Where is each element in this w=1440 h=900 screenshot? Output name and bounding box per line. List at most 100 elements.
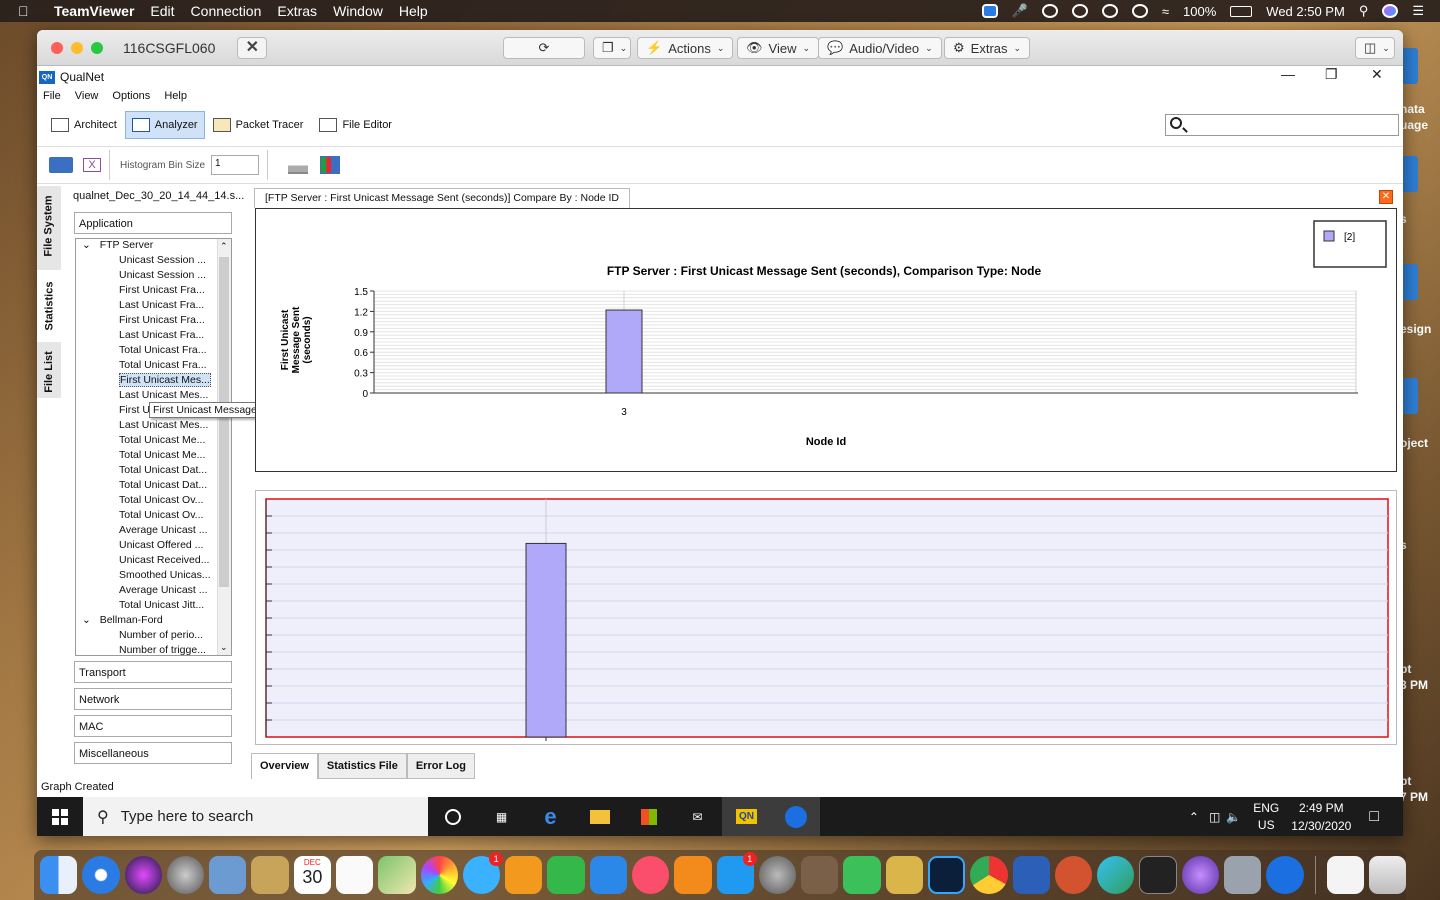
sync-icon[interactable] [1071, 4, 1088, 18]
teamviewer-status-icon[interactable] [981, 4, 998, 18]
siri-icon[interactable] [124, 856, 162, 894]
menu-file[interactable]: File [43, 90, 61, 108]
tab-file-system[interactable]: File System [37, 190, 61, 262]
safari-icon[interactable] [82, 856, 120, 894]
zoom-window-button[interactable] [91, 41, 103, 54]
minimize-icon[interactable]: — [1281, 66, 1295, 82]
tor-browser-icon[interactable] [1181, 856, 1219, 894]
powerpoint-icon[interactable] [1054, 856, 1093, 894]
graph-document-tab[interactable]: [FTP Server : First Unicast Message Sent… [254, 188, 631, 208]
statistics-tree[interactable]: ⌄ FTP Server Unicast Session ... Unicast S… [75, 238, 232, 656]
view-menu[interactable]: 👁 View ⌄ [737, 37, 820, 59]
tree-item[interactable]: First Unicast Mes... [76, 373, 231, 389]
word-icon[interactable] [1012, 856, 1050, 894]
tree-item[interactable]: Last Unicast Fra... [76, 299, 231, 314]
scrollbar-thumb[interactable] [219, 257, 229, 587]
menu-view[interactable]: View [75, 90, 99, 108]
status-face-icon[interactable] [1101, 4, 1118, 18]
edge-icon[interactable]: e [526, 797, 575, 836]
histogram-chart-icon[interactable] [288, 156, 309, 174]
tab-statistics[interactable]: Statistics [37, 270, 61, 342]
close-graph-icon[interactable]: ✕ [1379, 190, 1393, 204]
tree-item[interactable]: Unicast Offered ... [76, 539, 231, 554]
spotlight-icon[interactable]: ⚲ [1359, 3, 1369, 19]
menu-help[interactable]: Help [399, 3, 428, 19]
taskbar-clock[interactable]: 2:49 PM 12/30/2020 [1291, 799, 1351, 835]
reminders-icon[interactable] [335, 856, 374, 894]
archive-icon[interactable] [885, 856, 923, 894]
task-view-icon[interactable]: ▦ [477, 797, 526, 836]
launchpad-icon[interactable] [166, 856, 205, 894]
maps-icon[interactable] [378, 856, 416, 894]
tab-file-list[interactable]: File List [37, 346, 61, 398]
tab-file-editor[interactable]: File Editor [313, 111, 398, 139]
system-preferences-icon[interactable] [758, 856, 797, 894]
microphone-icon[interactable]: 🎤 [1012, 3, 1028, 19]
tree-item[interactable]: Average Unicast ... [76, 524, 231, 539]
tree-item[interactable]: Total Unicast Dat... [76, 479, 231, 494]
tree-item[interactable]: Number of trigge... [76, 644, 231, 655]
qualnet-taskbar-icon[interactable]: QN [722, 797, 771, 836]
tree-item[interactable]: Total Unicast Fra... [76, 344, 231, 359]
file-explorer-icon[interactable] [575, 797, 624, 836]
tree-item[interactable]: Unicast Session ... [76, 254, 231, 269]
tree-item[interactable]: Total Unicast Ov... [76, 494, 231, 509]
open-folder-icon[interactable] [49, 157, 73, 173]
chrome-icon[interactable] [970, 856, 1008, 894]
close-icon[interactable]: ✕ [1371, 66, 1383, 83]
preview-icon[interactable] [1223, 856, 1262, 894]
battery-text[interactable]: 100% [1183, 4, 1216, 19]
section-application[interactable]: Application [74, 212, 232, 234]
numbers-icon[interactable] [547, 856, 585, 894]
mail-icon[interactable]: ✉ [673, 797, 722, 836]
tree-item[interactable]: Smoothed Unicas... [76, 569, 231, 584]
histogram-bin-input[interactable]: 1 [211, 155, 260, 175]
tree-item[interactable]: Total Unicast Dat... [76, 464, 231, 479]
battery-icon[interactable] [1230, 5, 1253, 17]
tree-item[interactable]: Total Unicast Jitt... [76, 599, 231, 614]
terminal-icon[interactable] [1139, 856, 1177, 894]
cortana-icon[interactable] [428, 797, 477, 836]
network-icon[interactable]: ◫ [1209, 810, 1220, 824]
refresh-button[interactable]: ⟳ [503, 37, 585, 59]
section-transport[interactable]: Transport [74, 661, 232, 683]
tree-item[interactable]: Total Unicast Me... [76, 434, 231, 449]
action-center-icon[interactable]: □ [1369, 808, 1379, 826]
chevron-down-icon[interactable]: ⌄ [82, 239, 94, 251]
bar-chart-icon[interactable] [320, 156, 341, 174]
audio-video-menu[interactable]: 💬 Audio/Video ⌄ [818, 37, 942, 59]
tree-item[interactable]: Total Unicast Ov... [76, 509, 231, 524]
taskbar-search[interactable]: ⚲ Type here to search [83, 797, 428, 836]
clipboard-button[interactable]: ❐ ⌄ [593, 37, 631, 59]
music-icon[interactable] [631, 856, 670, 894]
volume-icon[interactable]: 🔈 [1226, 810, 1241, 824]
minimize-window-button[interactable] [71, 41, 83, 54]
mail-stamp-icon[interactable] [209, 856, 247, 894]
menu-extras[interactable]: Extras [277, 3, 317, 19]
menu-edit[interactable]: Edit [150, 3, 174, 19]
tree-item[interactable]: Total Unicast Fra... [76, 359, 231, 374]
apple-icon[interactable]:  [18, 3, 40, 19]
actions-menu[interactable]: ⚡ Actions ⌄ [637, 37, 734, 59]
tree-group[interactable]: ⌄ Bellman-Ford [76, 614, 231, 629]
menu-app-name[interactable]: TeamViewer [54, 3, 134, 19]
tab-overview[interactable]: Overview [251, 753, 318, 779]
tree-item[interactable]: First Unicast Fra... [76, 314, 231, 329]
teamviewer-dock-icon[interactable] [1266, 856, 1304, 894]
notes-icon[interactable] [251, 856, 289, 894]
calendar-icon[interactable]: DEC 30 [293, 856, 331, 894]
tree-item[interactable]: Unicast Received... [76, 554, 231, 569]
photos-icon[interactable] [420, 856, 458, 894]
teamviewer-taskbar-icon[interactable] [771, 797, 820, 836]
language-indicator[interactable]: ENG US [1253, 800, 1279, 834]
books-icon[interactable] [674, 856, 712, 894]
documents-stack-icon[interactable] [1326, 856, 1364, 894]
windows-start-button[interactable] [37, 797, 83, 836]
finder-icon[interactable] [40, 856, 78, 894]
clock-menu-icon[interactable] [1131, 4, 1148, 18]
store-icon[interactable] [624, 797, 673, 836]
tree-item[interactable]: Total Unicast Me... [76, 449, 231, 464]
photoshop-icon[interactable] [927, 856, 966, 894]
chevron-down-icon[interactable]: ⌄ [82, 614, 94, 626]
section-miscellaneous[interactable]: Miscellaneous [74, 742, 232, 764]
